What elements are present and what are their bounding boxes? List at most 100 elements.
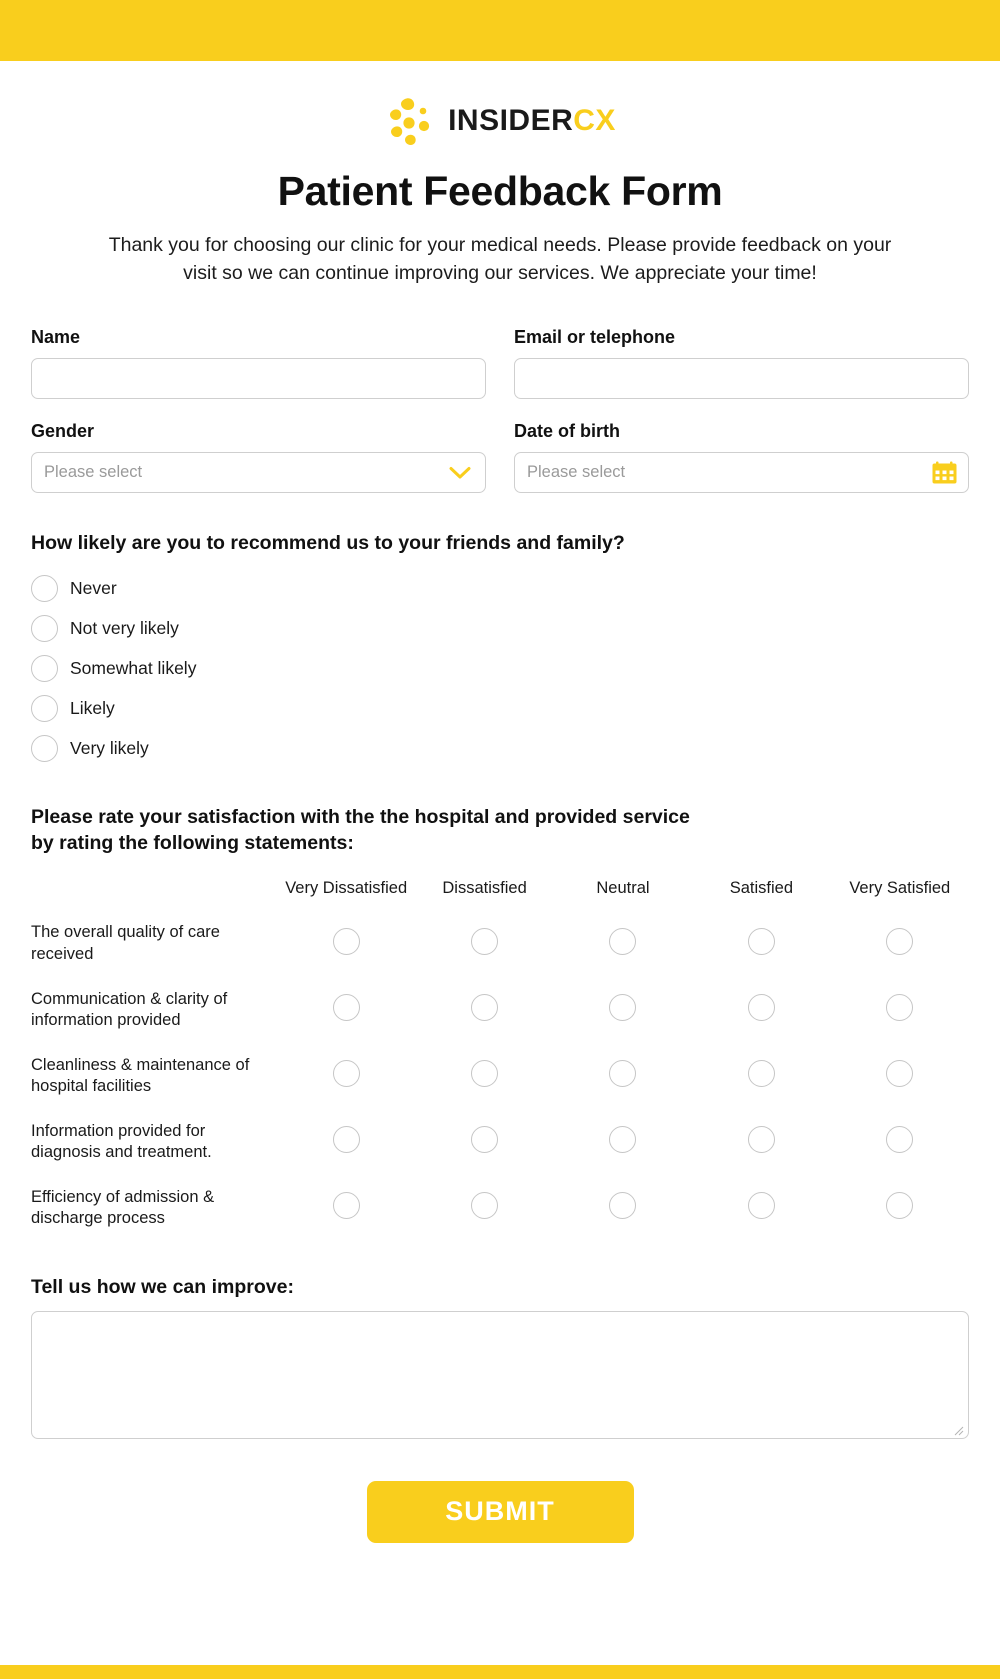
- radio-icon[interactable]: [748, 994, 775, 1021]
- name-label: Name: [31, 327, 486, 348]
- matrix-cell[interactable]: [277, 977, 415, 1043]
- email-or-telephone-label: Email or telephone: [514, 327, 969, 348]
- email-or-telephone-input[interactable]: [514, 358, 969, 399]
- submit-button[interactable]: SUBMIT: [367, 1481, 634, 1543]
- radio-icon[interactable]: [886, 928, 913, 955]
- radio-icon[interactable]: [886, 1126, 913, 1153]
- radio-icon[interactable]: [471, 994, 498, 1021]
- matrix-cell[interactable]: [554, 910, 692, 976]
- matrix-column-header-satisfied: Satisfied: [692, 879, 830, 911]
- matrix-cell[interactable]: [415, 1109, 553, 1175]
- radio-icon[interactable]: [886, 1060, 913, 1087]
- matrix-cell[interactable]: [554, 1175, 692, 1241]
- radio-icon[interactable]: [31, 615, 58, 642]
- matrix-cell[interactable]: [554, 977, 692, 1043]
- matrix-cell[interactable]: [831, 977, 969, 1043]
- date-of-birth-value: Please select: [527, 463, 625, 482]
- matrix-column-header-neutral: Neutral: [554, 879, 692, 911]
- matrix-cell[interactable]: [277, 1175, 415, 1241]
- radio-icon[interactable]: [333, 994, 360, 1021]
- table-row: Efficiency of admission & discharge proc…: [31, 1175, 969, 1241]
- radio-icon[interactable]: [333, 1192, 360, 1219]
- nps-option-not-very-likely[interactable]: Not very likely: [31, 609, 969, 649]
- matrix-column-header-very-satisfied: Very Satisfied: [831, 879, 969, 911]
- nps-option-somewhat-likely[interactable]: Somewhat likely: [31, 649, 969, 689]
- matrix-cell[interactable]: [831, 1109, 969, 1175]
- date-of-birth-select[interactable]: Please select: [514, 452, 969, 493]
- table-row: Cleanliness & maintenance of hospital fa…: [31, 1043, 969, 1109]
- matrix-cell[interactable]: [415, 977, 553, 1043]
- matrix-cell[interactable]: [554, 1043, 692, 1109]
- radio-icon[interactable]: [471, 928, 498, 955]
- matrix-cell[interactable]: [415, 1175, 553, 1241]
- nps-option-very-likely[interactable]: Very likely: [31, 729, 969, 769]
- radio-icon[interactable]: [471, 1060, 498, 1087]
- radio-icon[interactable]: [748, 1060, 775, 1087]
- matrix-cell[interactable]: [554, 1109, 692, 1175]
- matrix-cell[interactable]: [415, 910, 553, 976]
- matrix-row-label: Cleanliness & maintenance of hospital fa…: [31, 1043, 277, 1109]
- nps-option-never[interactable]: Never: [31, 569, 969, 609]
- dob-field-group: Date of birth Please select: [514, 421, 969, 493]
- nps-option-likely[interactable]: Likely: [31, 689, 969, 729]
- radio-icon[interactable]: [31, 655, 58, 682]
- table-row: Communication & clarity of information p…: [31, 977, 969, 1043]
- brand-name-accent: CX: [573, 104, 616, 137]
- matrix-cell[interactable]: [831, 910, 969, 976]
- radio-icon[interactable]: [333, 928, 360, 955]
- matrix-cell[interactable]: [692, 1043, 830, 1109]
- matrix-cell[interactable]: [831, 1043, 969, 1109]
- table-row: The overall quality of care received: [31, 910, 969, 976]
- radio-icon[interactable]: [886, 1192, 913, 1219]
- page-title: Patient Feedback Form: [31, 169, 969, 214]
- matrix-cell[interactable]: [277, 1043, 415, 1109]
- demographic-fields-grid: Gender Please select Date of birth Pleas…: [31, 421, 969, 493]
- name-field-group: Name: [31, 327, 486, 399]
- brand-name-primary: INSIDER: [448, 104, 573, 137]
- matrix-cell[interactable]: [277, 910, 415, 976]
- name-input[interactable]: [31, 358, 486, 399]
- matrix-cell[interactable]: [415, 1043, 553, 1109]
- radio-icon[interactable]: [31, 575, 58, 602]
- calendar-icon[interactable]: [932, 461, 957, 484]
- nps-option-label: Likely: [70, 698, 115, 719]
- radio-icon[interactable]: [748, 1126, 775, 1153]
- radio-icon[interactable]: [609, 994, 636, 1021]
- matrix-row-label: Communication & clarity of information p…: [31, 977, 277, 1043]
- radio-icon[interactable]: [609, 928, 636, 955]
- contact-fields-grid: Name Email or telephone: [31, 327, 969, 399]
- matrix-cell[interactable]: [692, 910, 830, 976]
- radio-icon[interactable]: [886, 994, 913, 1021]
- matrix-cell[interactable]: [692, 1109, 830, 1175]
- radio-icon[interactable]: [471, 1126, 498, 1153]
- matrix-cell[interactable]: [831, 1175, 969, 1241]
- matrix-cell[interactable]: [277, 1109, 415, 1175]
- matrix-row-label: The overall quality of care received: [31, 910, 277, 976]
- bottom-accent-bar: [0, 1665, 1000, 1679]
- nps-option-label: Not very likely: [70, 618, 179, 639]
- satisfaction-matrix-question: Please rate your satisfaction with the t…: [31, 805, 711, 857]
- date-of-birth-label: Date of birth: [514, 421, 969, 442]
- radio-icon[interactable]: [333, 1126, 360, 1153]
- improve-textarea[interactable]: [31, 1311, 969, 1439]
- radio-icon[interactable]: [748, 1192, 775, 1219]
- gender-label: Gender: [31, 421, 486, 442]
- radio-icon[interactable]: [609, 1192, 636, 1219]
- radio-icon[interactable]: [609, 1060, 636, 1087]
- radio-icon[interactable]: [471, 1192, 498, 1219]
- radio-icon[interactable]: [31, 695, 58, 722]
- matrix-cell[interactable]: [692, 977, 830, 1043]
- brand-wordmark: INSIDERCX: [448, 106, 616, 136]
- radio-icon[interactable]: [333, 1060, 360, 1087]
- matrix-cell[interactable]: [692, 1175, 830, 1241]
- radio-icon[interactable]: [748, 928, 775, 955]
- table-row: Information provided for diagnosis and t…: [31, 1109, 969, 1175]
- nps-option-label: Somewhat likely: [70, 658, 196, 679]
- nps-options-list: Never Not very likely Somewhat likely Li…: [31, 569, 969, 769]
- nps-question: How likely are you to recommend us to yo…: [31, 531, 969, 556]
- radio-icon[interactable]: [31, 735, 58, 762]
- gender-select[interactable]: Please select: [31, 452, 486, 493]
- matrix-corner-cell: [31, 879, 277, 911]
- radio-icon[interactable]: [609, 1126, 636, 1153]
- contact-field-group: Email or telephone: [514, 327, 969, 399]
